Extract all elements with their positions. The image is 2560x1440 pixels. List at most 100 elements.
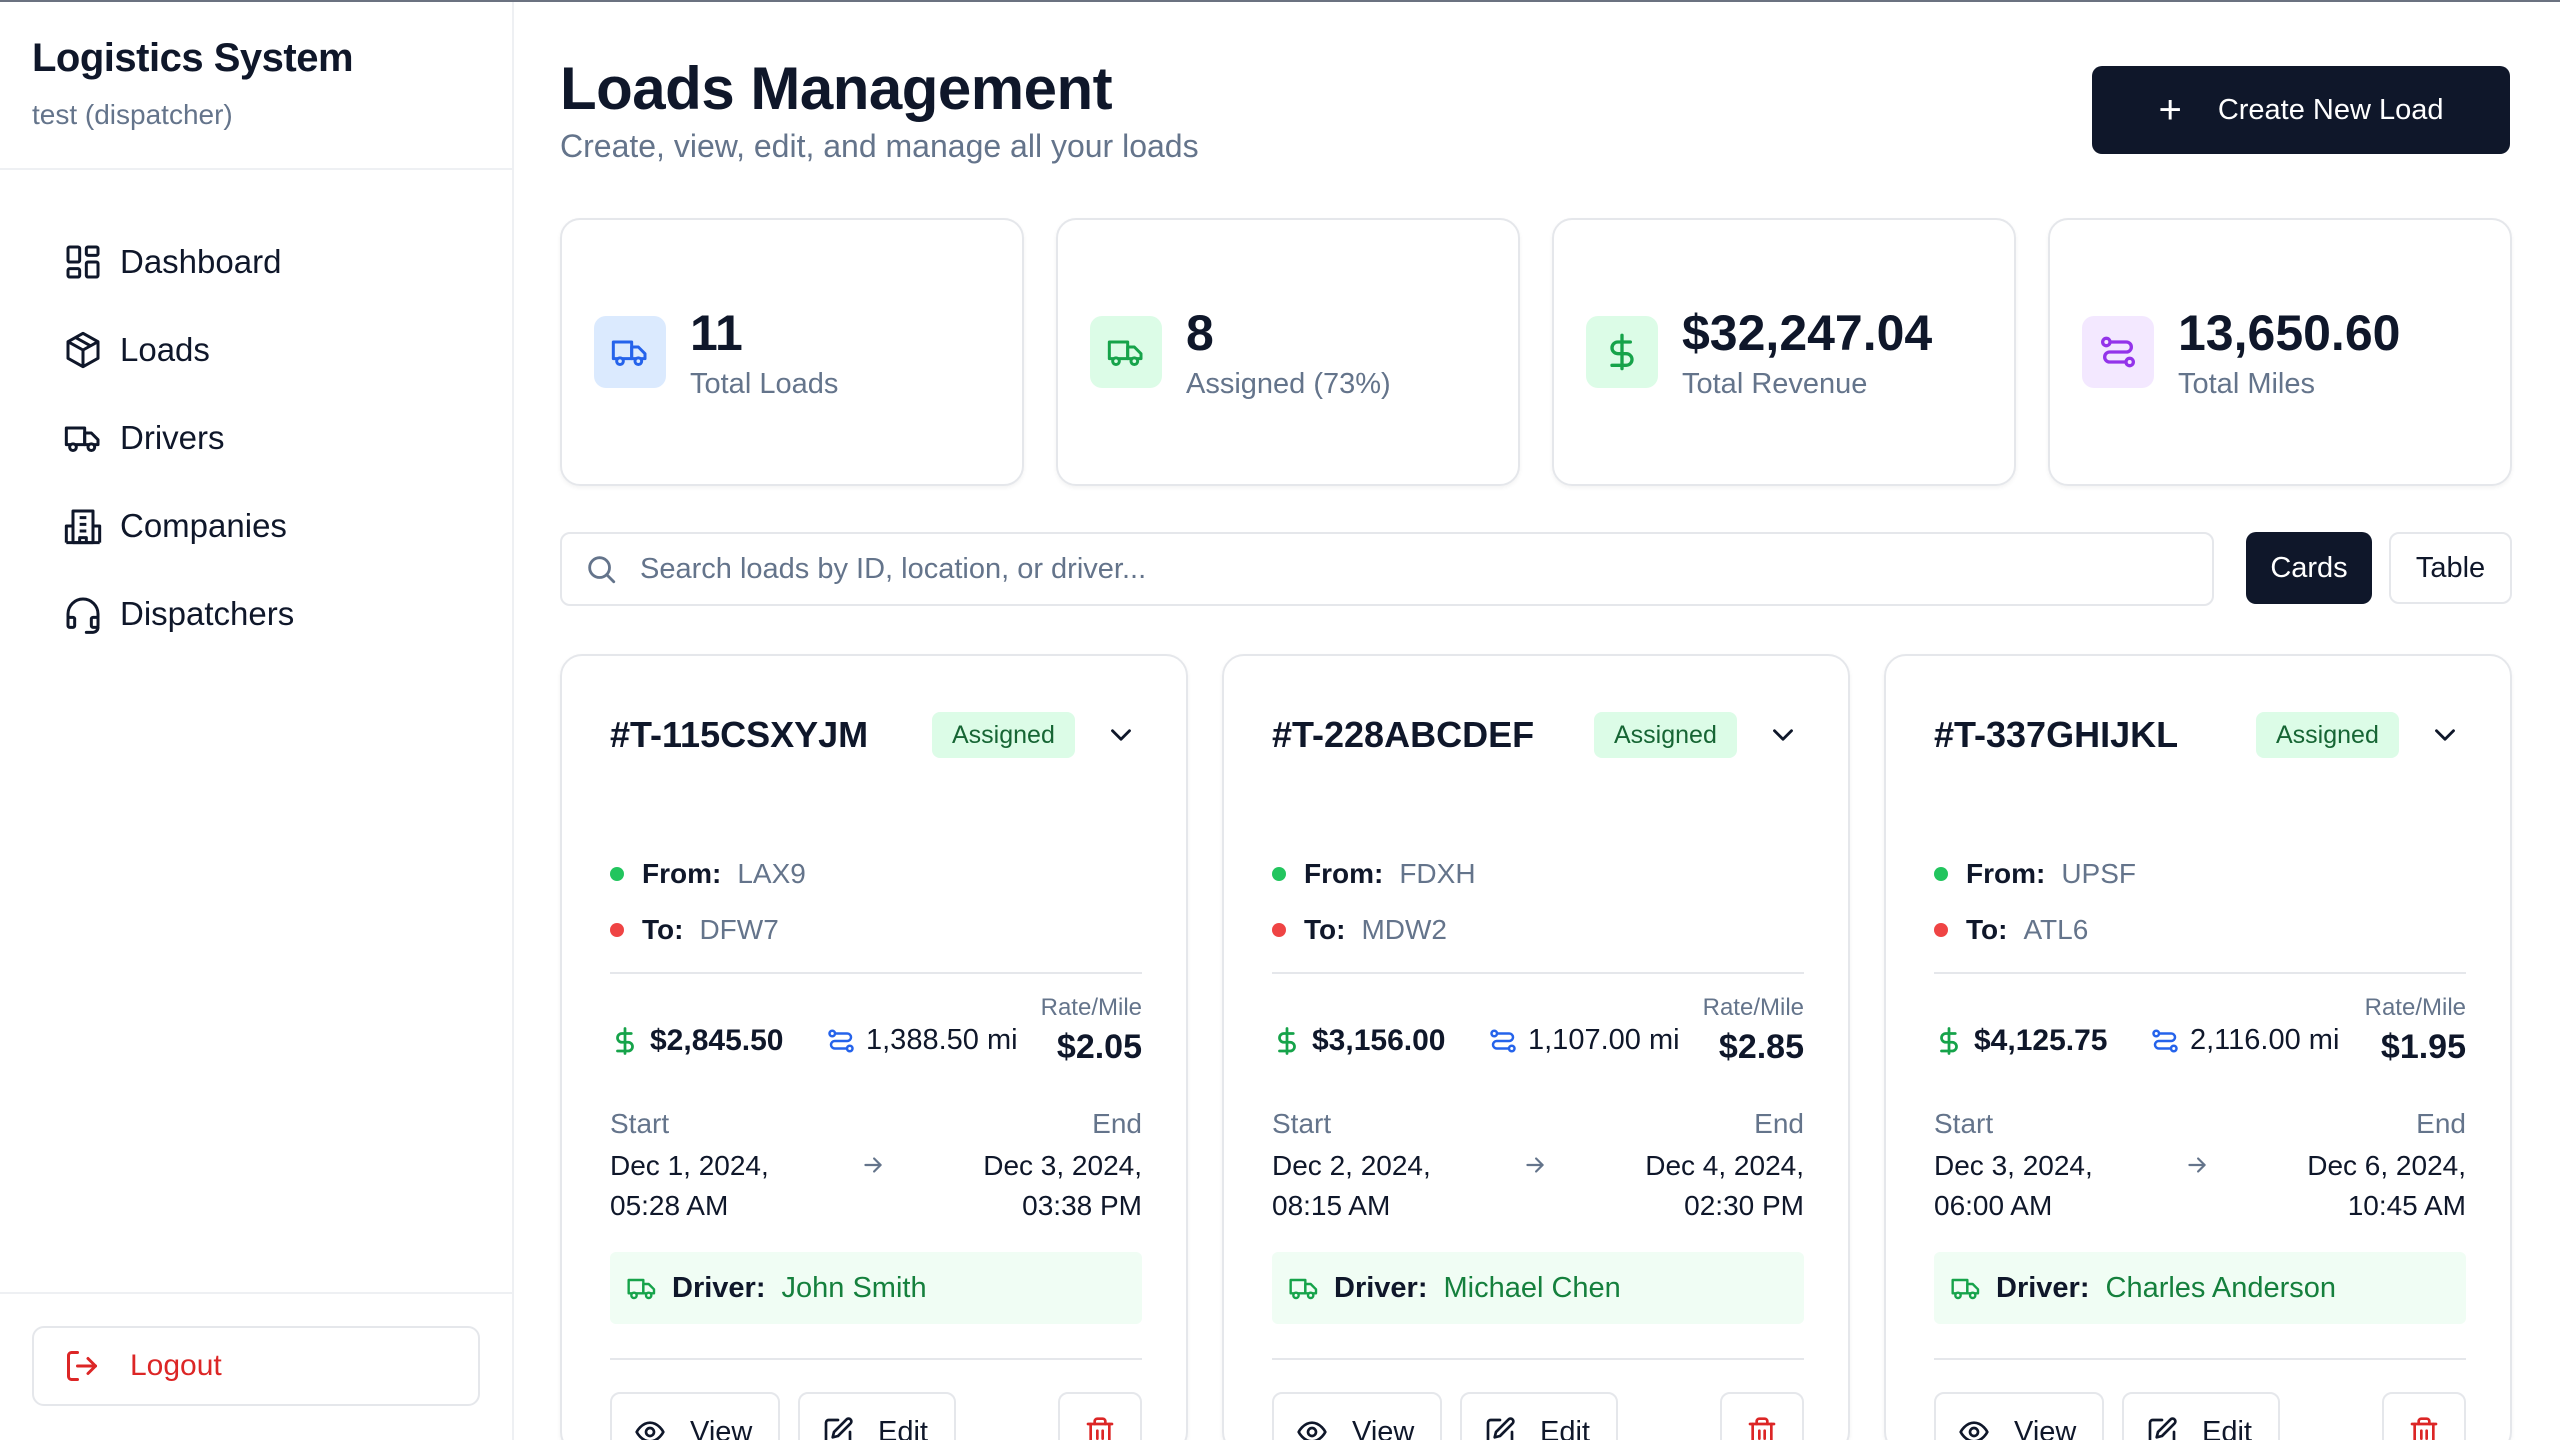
sidebar-item-dispatchers[interactable]: Dispatchers [0,570,512,658]
arrow-right-icon [864,1157,882,1173]
rate-value: $2.85 [1718,1028,1804,1066]
delete-button[interactable] [1720,1392,1804,1440]
sidebar-item-drivers[interactable]: Drivers [0,394,512,482]
search-input[interactable] [640,552,2140,586]
load-miles: 2,116.00 mi [2150,1024,2339,1057]
driver-info: Driver: Charles Anderson [1934,1252,2466,1324]
end-label: End [1092,1108,1142,1139]
divider [610,1358,1142,1360]
divider [1934,1358,2466,1360]
brand: Logistics System test (dispatcher) [0,2,512,170]
rate-per-mile: Rate/Mile $2.05 [1041,994,1142,1067]
end-date-block: End Dec 3, 2024, 03:38 PM [983,1108,1142,1226]
load-id: #T-228ABCDEF [1272,714,1535,755]
truck-icon [594,316,666,388]
stat-value: 11 [690,304,743,361]
end-date-value: Dec 6, 2024, [2307,1150,2466,1181]
load-dates: Start Dec 2, 2024, 08:15 AM End Dec 4, 2… [1272,1108,1804,1221]
sidebar-footer: Logout [0,1292,512,1440]
divider [610,972,1142,974]
start-time-value: 05:28 AM [610,1190,729,1221]
route-icon [828,1028,854,1053]
eye-icon [1297,1421,1327,1440]
start-date-value: Dec 3, 2024, [1934,1150,2093,1181]
page-title: Loads Management [560,55,1113,122]
sidebar-item-dashboard[interactable]: Dashboard [0,218,512,306]
stats-row: 11 Total Loads 8 Assigned (73%) $32,247.… [560,218,2512,486]
origin-dot-icon [1934,867,1948,881]
search-box [560,532,2214,606]
search-icon [588,556,616,584]
truck-icon [1951,1278,1980,1300]
divider [1272,972,1804,974]
driver-info: Driver: John Smith [610,1252,1142,1324]
delete-button[interactable] [1058,1392,1142,1440]
load-amount: $3,156.00 [1272,1024,1445,1058]
trash-icon [1748,1417,1776,1440]
sidebar-item-companies[interactable]: Companies [0,482,512,570]
eye-icon [635,1421,665,1440]
end-label: End [1754,1108,1804,1139]
edit-label: Edit [2202,1415,2252,1440]
view-table-button[interactable]: Table [2389,532,2512,604]
rate-label: Rate/Mile [1040,994,1142,1021]
view-button[interactable]: View [1934,1392,2104,1440]
logout-button[interactable]: Logout [32,1326,480,1406]
rate-label: Rate/Mile [2364,994,2466,1021]
end-date: Dec 6, 2024, 10:45 AM [2307,1146,2466,1226]
stat-value: 8 [1186,304,1214,361]
from-value: UPSF [2061,858,2137,889]
status-badge: Assigned [1594,712,1737,758]
trash-icon [2410,1417,2438,1440]
edit-button[interactable]: Edit [798,1392,956,1440]
sidebar-item-loads[interactable]: Loads [0,306,512,394]
destination-dot-icon [1934,923,1948,937]
rate-label: Rate/Mile [1702,994,1804,1021]
driver-label: Driver: [672,1271,766,1304]
load-financials: $3,156.00 1,107.00 mi Rate/Mile $2.85 [1272,994,1804,1084]
end-date-value: Dec 4, 2024, [1645,1150,1804,1181]
chevron-down-icon[interactable] [2428,718,2462,752]
view-button[interactable]: View [1272,1392,1442,1440]
load-financials: $4,125.75 2,116.00 mi Rate/Mile $1.95 [1934,994,2466,1084]
edit-icon [1486,1417,1515,1440]
card-actions: View Edit [1272,1392,1804,1440]
headset-icon [62,593,104,635]
chevron-down-icon[interactable] [1766,718,1800,752]
load-dates: Start Dec 1, 2024, 05:28 AM End Dec 3, 2… [610,1108,1142,1221]
load-amount: $4,125.75 [1934,1024,2107,1058]
from-label: From: [1966,858,2046,889]
load-financials: $2,845.50 1,388.50 mi Rate/Mile $2.05 [610,994,1142,1084]
load-id: #T-337GHIJKL [1934,714,2179,755]
building-icon [62,505,104,547]
status-badge: Assigned [932,712,1075,758]
view-button[interactable]: View [610,1392,780,1440]
driver-label: Driver: [1334,1271,1428,1304]
delete-button[interactable] [2382,1392,2466,1440]
logout-label: Logout [130,1349,222,1382]
stat-label: Total Revenue [1682,367,1868,400]
view-cards-button[interactable]: Cards [2246,532,2372,604]
end-time-value: 10:45 AM [2347,1190,2466,1221]
route-to: To: DFW7 [610,902,806,958]
brand-title: Logistics System [32,36,354,80]
sidebar: Logistics System test (dispatcher) Dashb… [0,2,514,1440]
start-date: Dec 2, 2024, 08:15 AM [1272,1146,1431,1226]
from-value: LAX9 [737,858,806,889]
edit-button[interactable]: Edit [1460,1392,1618,1440]
sidebar-nav: Dashboard Loads Drivers Companies Dispat… [0,170,512,658]
start-date: Dec 1, 2024, 05:28 AM [610,1146,769,1226]
page-subtitle: Create, view, edit, and manage all your … [560,128,1199,164]
chevron-down-icon[interactable] [1104,718,1138,752]
create-new-load-button[interactable]: + Create New Load [2092,66,2510,154]
eye-icon [1959,1421,1989,1440]
toolbar: Cards Table [560,532,2512,606]
card-actions: View Edit [610,1392,1142,1440]
sidebar-item-label: Loads [120,331,210,368]
edit-button[interactable]: Edit [2122,1392,2280,1440]
start-date-value: Dec 1, 2024, [610,1150,769,1181]
end-date-value: Dec 3, 2024, [983,1150,1142,1181]
route-to: To: ATL6 [1934,902,2136,958]
logout-icon [67,1351,97,1381]
main-content: Loads Management Create, view, edit, and… [560,2,2512,1440]
